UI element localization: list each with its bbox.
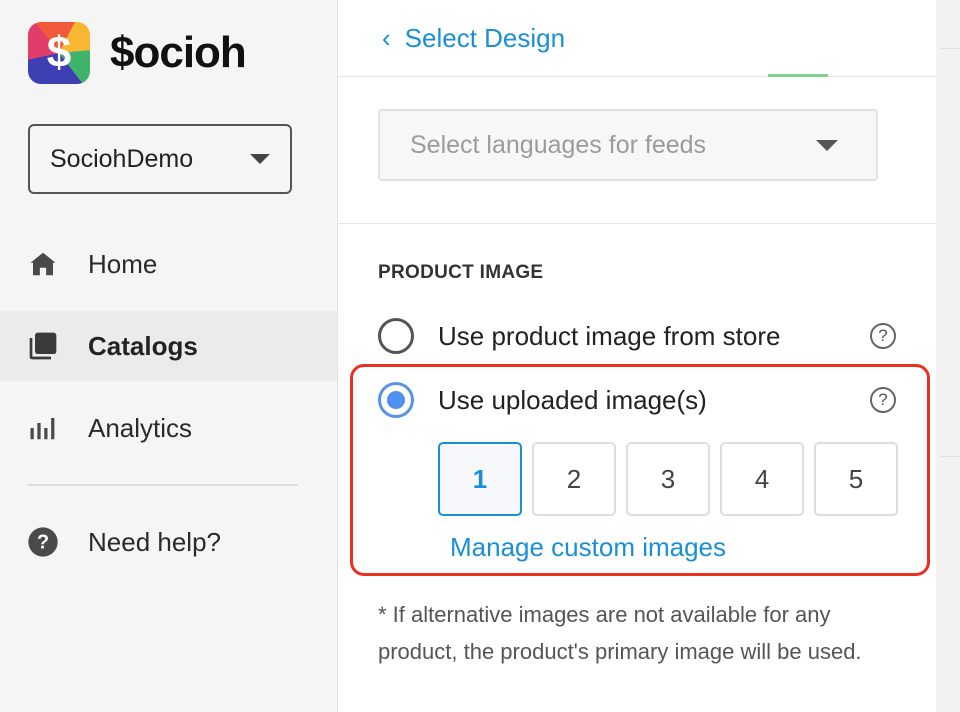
divider [940,456,960,457]
brand-logo[interactable]: $ $ocioh [28,22,247,84]
logo-mark-glyph: $ [46,28,72,77]
help-icon[interactable]: ? [870,387,896,413]
radio-option-label: Use product image from store [438,320,781,351]
chevron-down-icon [250,154,270,164]
product-image-heading: PRODUCT IMAGE [378,262,544,283]
account-select[interactable]: SociohDemo [28,124,292,194]
nav-item-label: Analytics [88,412,193,443]
account-select-value: SociohDemo [50,144,194,173]
nav-item-analytics[interactable]: Analytics [0,393,337,463]
image-slot-2[interactable]: 2 [532,442,616,516]
back-link-label: Select Design [404,22,566,53]
image-slot-4[interactable]: 4 [720,442,804,516]
catalogs-icon [26,329,60,363]
chevron-down-icon [816,139,838,151]
back-to-select-design-link[interactable]: ‹ Select Design [382,23,565,54]
nav-item-label: Catalogs [88,330,198,361]
logo-wordmark: $ocioh [110,28,247,77]
background-edge [936,0,960,712]
image-slot-1[interactable]: 1 [438,442,522,516]
image-footnote: * If alternative images are not availabl… [378,602,862,664]
radio-option-store-image[interactable]: Use product image from store ? [378,314,898,358]
radio-button-selected[interactable] [378,382,414,418]
nav-item-label: Home [88,248,158,279]
chevron-left-icon: ‹ [382,23,391,53]
image-slot-3[interactable]: 3 [626,442,710,516]
manage-custom-images-link[interactable]: Manage custom images [450,532,726,563]
languages-section: Select languages for feeds [338,77,936,224]
svg-text:?: ? [37,532,49,554]
languages-select[interactable]: Select languages for feeds [378,109,878,181]
analytics-icon [26,411,60,445]
divider [940,48,960,49]
help-icon[interactable]: ? [870,323,896,349]
image-slot-5[interactable]: 5 [814,442,898,516]
nav-item-catalogs[interactable]: Catalogs [0,311,337,381]
radio-option-label: Use uploaded image(s) [438,384,707,415]
languages-select-placeholder: Select languages for feeds [410,130,707,159]
design-settings-panel: ‹ Select Design Select languages for fee… [338,0,936,712]
radio-button[interactable] [378,318,414,354]
nav-item-label: Need help? [88,526,221,557]
nav-item-home[interactable]: Home [0,229,337,299]
image-slot-selector: 1 2 3 4 5 [438,442,908,516]
home-icon [26,247,60,281]
panel-header: ‹ Select Design [338,0,936,77]
logo-icon: $ [28,22,90,84]
nav-item-help[interactable]: ? Need help? [0,507,337,577]
sidebar-divider [28,484,298,486]
help-circle-icon: ? [26,525,60,559]
radio-option-uploaded-images[interactable]: Use uploaded image(s) ? [378,378,898,422]
sidebar: $ $ocioh SociohDemo Home Catalogs Analyt… [0,0,338,712]
